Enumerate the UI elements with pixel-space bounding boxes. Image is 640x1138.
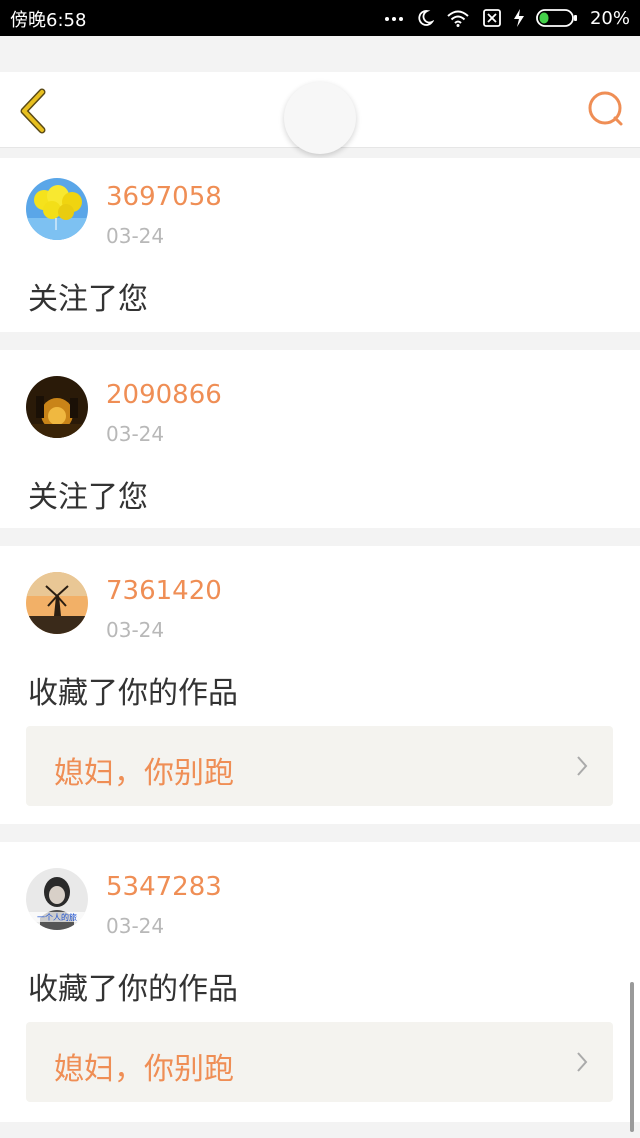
avatar[interactable]	[26, 572, 88, 634]
scrollbar[interactable]	[630, 982, 634, 1132]
status-bar: 傍晚6:58 20%	[0, 0, 640, 36]
notification-card[interactable]: 一个人的旅 5347283 03-24 收藏了你的作品 媳妇，你别跑	[0, 842, 640, 1122]
moon-icon	[418, 10, 434, 26]
sim-icon	[483, 9, 501, 27]
avatar-caption: 一个人的旅	[37, 912, 77, 922]
notification-text: 关注了您	[28, 282, 148, 317]
wifi-icon	[447, 10, 469, 27]
work-title: 媳妇，你别跑	[54, 1052, 234, 1087]
loading-indicator	[284, 82, 356, 154]
dots-icon	[384, 17, 403, 21]
timestamp: 03-24	[106, 914, 165, 938]
username[interactable]: 3697058	[106, 182, 222, 212]
timestamp: 03-24	[106, 224, 165, 248]
avatar[interactable]: 一个人的旅	[26, 868, 88, 930]
search-icon	[588, 91, 623, 126]
charging-icon	[513, 9, 524, 27]
avatar[interactable]	[26, 376, 88, 438]
notification-text: 收藏了你的作品	[28, 676, 238, 711]
work-title: 媳妇，你别跑	[54, 756, 234, 791]
timestamp: 03-24	[106, 422, 165, 446]
timestamp: 03-24	[106, 618, 165, 642]
avatar[interactable]	[26, 178, 88, 240]
work-link[interactable]: 媳妇，你别跑	[26, 726, 613, 806]
status-icons: 20%	[384, 5, 630, 31]
username[interactable]: 5347283	[106, 872, 222, 902]
battery-icon	[536, 9, 577, 27]
notification-card[interactable]: 2090866 03-24 关注了您	[0, 350, 640, 528]
notification-card[interactable]: 3697058 03-24 关注了您	[0, 158, 640, 332]
notification-text: 关注了您	[28, 480, 148, 515]
chevron-right-icon	[577, 1052, 588, 1072]
battery-percentage: 20%	[589, 7, 630, 29]
work-link[interactable]: 媳妇，你别跑	[26, 1022, 613, 1102]
status-time: 傍晚6:58	[10, 10, 87, 31]
search-button[interactable]	[586, 90, 626, 130]
notification-text: 收藏了你的作品	[28, 972, 238, 1007]
chevron-right-icon	[577, 756, 588, 776]
notification-card[interactable]: 7361420 03-24 收藏了你的作品 媳妇，你别跑	[0, 546, 640, 824]
username[interactable]: 7361420	[106, 576, 222, 606]
username[interactable]: 2090866	[106, 380, 222, 410]
header-bar: 消息	[0, 72, 640, 154]
